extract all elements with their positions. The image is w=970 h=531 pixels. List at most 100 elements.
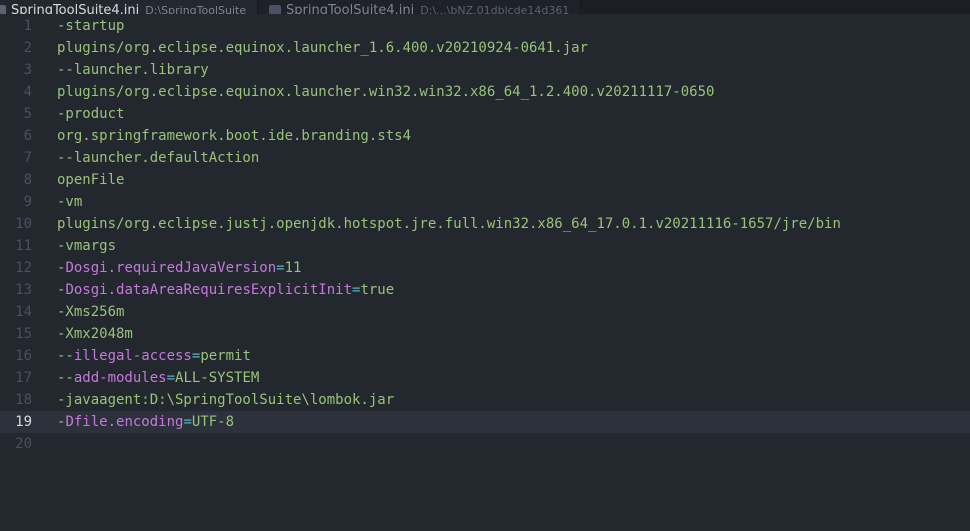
editor-window: SpringToolSuite4.ini D:\SpringToolSuite … xyxy=(0,0,970,531)
token-key: Dfile.encoding xyxy=(65,414,184,430)
line-content: --illegal-access=permit xyxy=(57,345,251,367)
code-line[interactable]: 20 xyxy=(0,433,970,455)
token-opt: -startup xyxy=(57,18,125,34)
code-line[interactable]: 16 --illegal-access=permit xyxy=(0,345,970,367)
code-line[interactable]: 11 -vmargs xyxy=(0,235,970,257)
line-number: 14 xyxy=(15,304,32,320)
code-line[interactable]: 12 -Dosgi.requiredJavaVersion=11 xyxy=(0,257,970,279)
token-opt: --launcher.defaultAction xyxy=(57,150,260,166)
line-number: 19 xyxy=(15,414,32,430)
token-opt: plugins/org.eclipse.equinox.launcher.win… xyxy=(57,84,715,100)
token-opt: -vmargs xyxy=(57,238,117,254)
line-content: -Dosgi.dataAreaRequiresExplicitInit=true xyxy=(57,279,394,301)
code-line[interactable]: 18 -javaagent:D:\SpringToolSuite\lombok.j… xyxy=(0,389,970,411)
line-content: -vmargs xyxy=(57,235,116,257)
tab-path: D:\SpringToolSuite xyxy=(145,4,247,14)
file-icon xyxy=(269,5,281,14)
line-number: 13 xyxy=(15,282,32,298)
tab-label: SpringToolSuite4.ini xyxy=(11,3,140,15)
line-content: -Dosgi.requiredJavaVersion=11 xyxy=(57,257,301,279)
code-line[interactable]: 4 plugins/org.eclipse.equinox.launcher.wi… xyxy=(0,81,970,103)
code-line[interactable]: 10 plugins/org.eclipse.justj.openjdk.hots… xyxy=(0,213,970,235)
token-op: = xyxy=(183,414,192,430)
line-number: 16 xyxy=(15,348,32,364)
line-number: 12 xyxy=(15,260,32,276)
token-opt: -Xms256m xyxy=(57,304,125,320)
line-number: 5 xyxy=(23,106,32,122)
line-content: plugins/org.eclipse.justj.openjdk.hotspo… xyxy=(57,213,841,235)
token-opt: -javaagent:D:\SpringToolSuite\lombok.jar xyxy=(57,392,395,408)
line-number: 7 xyxy=(23,150,32,166)
token-opt: --launcher.library xyxy=(57,62,209,78)
token-key: Dosgi.dataAreaRequiresExplicitInit xyxy=(65,282,353,298)
code-line[interactable]: 15 -Xmx2048m xyxy=(0,323,970,345)
line-content: -startup xyxy=(57,15,124,37)
line-content: -javaagent:D:\SpringToolSuite\lombok.jar xyxy=(57,389,394,411)
line-content: -Xmx2048m xyxy=(57,323,133,345)
token-opt: plugins/org.eclipse.equinox.launcher_1.6… xyxy=(57,40,589,56)
code-line[interactable]: 6 org.springframework.boot.ide.branding.s… xyxy=(0,125,970,147)
token-key: Dosgi.requiredJavaVersion xyxy=(65,260,277,276)
line-number: 4 xyxy=(23,84,32,100)
line-number: 3 xyxy=(23,62,32,78)
token-key: add-modules xyxy=(73,370,167,386)
token-val: true xyxy=(360,282,395,298)
line-number: 2 xyxy=(23,40,32,56)
line-content: -product xyxy=(57,103,124,125)
line-content: plugins/org.eclipse.equinox.launcher.win… xyxy=(57,81,714,103)
line-content: -Xms256m xyxy=(57,301,124,323)
tab-bar: SpringToolSuite4.ini D:\SpringToolSuite … xyxy=(0,0,970,14)
token-opt: plugins/org.eclipse.justj.openjdk.hotspo… xyxy=(57,216,841,232)
token-opt: -Xmx2048m xyxy=(57,326,133,342)
code-line[interactable]: 19 -Dfile.encoding=UTF-8 xyxy=(0,411,970,433)
token-val: 11 xyxy=(284,260,302,276)
line-content: --launcher.library xyxy=(57,59,209,81)
line-content: -Dfile.encoding=UTF-8 xyxy=(57,411,234,433)
token-val: UTF-8 xyxy=(191,414,235,430)
code-line[interactable]: 2 plugins/org.eclipse.equinox.launcher_1.… xyxy=(0,37,970,59)
line-number: 18 xyxy=(15,392,32,408)
token-opt: -- xyxy=(57,348,74,364)
token-op: = xyxy=(276,260,285,276)
line-number: 1 xyxy=(23,18,32,34)
token-val: permit xyxy=(200,348,251,364)
close-icon[interactable]: ✕ xyxy=(256,4,257,15)
code-line[interactable]: 17 --add-modules=ALL-SYSTEM xyxy=(0,367,970,389)
code-line[interactable]: 3 --launcher.library xyxy=(0,59,970,81)
token-opt: org.springframework.boot.ide.branding.st… xyxy=(57,128,412,144)
line-number: 20 xyxy=(15,436,32,452)
tab-springtoolsuite4-ini-active[interactable]: SpringToolSuite4.ini D:\SpringToolSuite … xyxy=(0,0,258,14)
line-number: 8 xyxy=(23,172,32,188)
code-line[interactable]: 9 -vm xyxy=(0,191,970,213)
token-opt: openFile xyxy=(57,172,125,188)
line-number: 17 xyxy=(15,370,32,386)
code-line[interactable]: 13 -Dosgi.dataAreaRequiresExplicitInit=tr… xyxy=(0,279,970,301)
file-icon xyxy=(0,5,6,14)
line-content: org.springframework.boot.ide.branding.st… xyxy=(57,125,411,147)
line-content: -vm xyxy=(57,191,82,213)
line-content: --launcher.defaultAction xyxy=(57,147,259,169)
tab-path: D:\...\bNZ.01dblcde14d361 xyxy=(420,4,570,14)
code-line[interactable]: 5 -product xyxy=(0,103,970,125)
line-number: 6 xyxy=(23,128,32,144)
code-line[interactable]: 14 -Xms256m xyxy=(0,301,970,323)
tab-label: SpringToolSuite4.ini xyxy=(286,3,415,15)
line-number: 15 xyxy=(15,326,32,342)
tab-springtoolsuite4-ini[interactable]: SpringToolSuite4.ini D:\...\bNZ.01dblcde… xyxy=(259,0,581,14)
line-content: openFile xyxy=(57,169,124,191)
line-number: 10 xyxy=(15,216,32,232)
line-number: 9 xyxy=(23,194,32,210)
line-content: plugins/org.eclipse.equinox.launcher_1.6… xyxy=(57,37,588,59)
token-key: illegal-access xyxy=(73,348,192,364)
code-line[interactable]: 8 openFile xyxy=(0,169,970,191)
token-opt: -product xyxy=(57,106,125,122)
token-opt: -vm xyxy=(57,194,83,210)
token-op: = xyxy=(166,370,176,386)
token-opt: -- xyxy=(57,370,74,386)
code-editor[interactable]: 1 -startup 2 plugins/org.eclipse.equinox.la… xyxy=(0,14,970,531)
token-val: ALL-SYSTEM xyxy=(175,370,260,386)
code-line[interactable]: 1 -startup xyxy=(0,15,970,37)
code-line[interactable]: 7 --launcher.defaultAction xyxy=(0,147,970,169)
line-content: --add-modules=ALL-SYSTEM xyxy=(57,367,259,389)
line-number: 11 xyxy=(15,238,32,254)
